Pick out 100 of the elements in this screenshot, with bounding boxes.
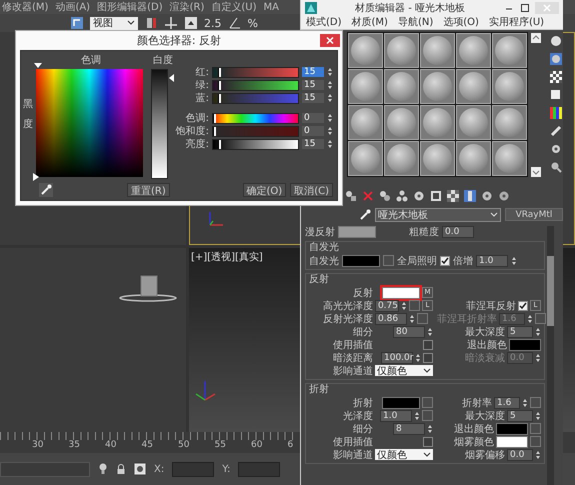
spinner-arrows-icon[interactable] — [327, 93, 333, 103]
material-sample-slot[interactable] — [384, 69, 419, 104]
channel-dropdown[interactable]: 仅颜色 — [375, 449, 433, 460]
menu-item[interactable]: 材质(M) — [352, 15, 388, 29]
caret-icon[interactable] — [423, 368, 431, 374]
menu-item[interactable]: 选项(O) — [443, 15, 479, 29]
channel-slider[interactable] — [212, 138, 299, 150]
maximize-icon[interactable] — [519, 2, 531, 14]
spinner-arrows-icon[interactable] — [327, 139, 333, 149]
coordinate-field[interactable] — [172, 462, 214, 476]
caret-icon[interactable] — [127, 20, 135, 26]
menu-item[interactable]: 模式(D) — [306, 15, 342, 29]
material-name-field[interactable]: 哑光木地板 — [375, 208, 501, 222]
checkbox[interactable] — [440, 256, 450, 266]
value-field[interactable]: 0.75 — [374, 300, 399, 312]
spinner-arrows-icon[interactable] — [401, 300, 407, 310]
checkbox[interactable] — [423, 352, 433, 362]
value-field[interactable]: 15 — [302, 139, 324, 149]
spinner-arrows-icon[interactable] — [511, 256, 517, 266]
color-swatch[interactable] — [342, 254, 380, 266]
square-icon[interactable] — [550, 89, 562, 101]
color-swatch[interactable] — [509, 338, 541, 350]
material-sample-slot[interactable] — [420, 33, 455, 68]
material-sample-slot[interactable] — [456, 33, 491, 68]
hue-spectrum[interactable] — [36, 69, 143, 177]
slider-thumb[interactable] — [213, 114, 216, 122]
value-field[interactable]: 1.0 — [476, 254, 508, 266]
menu-item[interactable]: 实用程序(U) — [488, 15, 544, 29]
dialog-button[interactable]: 取消(C) — [290, 182, 333, 196]
value-field[interactable]: 15 — [302, 80, 324, 90]
channel-slider[interactable] — [212, 92, 299, 104]
color-bars-icon[interactable] — [550, 107, 562, 119]
value-field[interactable]: 15 — [302, 67, 324, 77]
color-swatch[interactable] — [496, 422, 528, 434]
scroll-down-icon[interactable] — [531, 167, 541, 177]
material-sample-slot[interactable] — [492, 33, 527, 68]
magnifier-icon[interactable] — [550, 161, 562, 173]
spinner-arrows-icon[interactable] — [535, 326, 541, 336]
material-sample-slot[interactable] — [420, 141, 455, 176]
copy-material-icon[interactable] — [379, 190, 391, 202]
menu-item[interactable]: 图形编辑器(D) — [97, 0, 163, 14]
view-dropdown[interactable]: 视图 — [90, 16, 138, 30]
spinner-arrows-icon[interactable] — [427, 326, 433, 336]
scroll-up-icon[interactable] — [531, 33, 541, 43]
spinner-arrows-icon[interactable] — [527, 314, 533, 324]
slider-thumb[interactable] — [218, 140, 222, 148]
lightbulb-icon[interactable] — [98, 463, 108, 475]
material-sample-slot[interactable] — [456, 69, 491, 104]
checker-icon[interactable] — [550, 71, 562, 83]
viewport-label[interactable]: [+][透视][真实] — [191, 250, 263, 264]
value-field[interactable]: 80 — [393, 326, 425, 338]
color-swatch[interactable] — [338, 226, 376, 238]
move-axes-icon[interactable] — [164, 16, 178, 30]
color-swatch[interactable] — [496, 436, 528, 448]
spinner-arrows-icon[interactable] — [522, 398, 528, 408]
channel-slider[interactable] — [212, 126, 299, 136]
angle-icon[interactable] — [228, 16, 242, 30]
value-field[interactable]: 0 — [302, 126, 324, 136]
slider-thumb[interactable] — [218, 80, 222, 90]
color-swatch[interactable] — [382, 396, 420, 408]
menu-item[interactable]: 渲染(R) — [170, 0, 204, 14]
checker-icon[interactable] — [447, 190, 459, 202]
spinner-arrows-icon[interactable] — [414, 410, 420, 420]
spinner-arrows-icon[interactable] — [409, 314, 415, 324]
dialog-button[interactable]: 确定(O) — [242, 182, 286, 196]
channel-slider[interactable] — [212, 66, 299, 78]
hue-marker-icon[interactable] — [34, 63, 42, 68]
spinner-arrows-icon[interactable] — [535, 352, 541, 362]
channel-slider[interactable] — [212, 80, 299, 90]
checkbox[interactable] — [423, 436, 433, 446]
reset-button[interactable]: 重置(R) — [127, 182, 170, 196]
menu-item[interactable]: MA — [264, 2, 279, 12]
menu-item[interactable]: 自定义(U) — [211, 0, 256, 14]
slider-thumb[interactable] — [218, 94, 222, 102]
material-sample-slot[interactable] — [492, 141, 527, 176]
value-field[interactable]: 0 — [302, 113, 324, 123]
eyedropper-icon[interactable] — [359, 208, 371, 220]
pivot-icon[interactable] — [144, 16, 158, 30]
material-sample-slot[interactable] — [456, 141, 491, 176]
percent-snap-button[interactable]: % — [248, 16, 258, 30]
value-field[interactable]: 0.0 — [507, 448, 533, 460]
coordinate-field[interactable] — [238, 462, 280, 476]
spinner-arrows-icon[interactable] — [327, 80, 333, 90]
checkbox[interactable] — [518, 300, 528, 310]
color-swatch[interactable] — [382, 286, 420, 298]
material-sample-slot[interactable] — [348, 141, 383, 176]
close-icon[interactable] — [320, 34, 340, 47]
target-icon[interactable] — [134, 463, 146, 475]
material-sample-slot[interactable] — [384, 141, 419, 176]
spinner-arrows-icon[interactable] — [535, 450, 541, 460]
spinner-arrows-icon[interactable] — [415, 352, 421, 362]
caret-icon[interactable] — [423, 452, 431, 458]
blackness-marker-icon[interactable] — [33, 173, 39, 181]
material-sample-slot[interactable] — [492, 105, 527, 140]
material-sample-slot[interactable] — [420, 69, 455, 104]
value-field[interactable]: 1.0 — [380, 410, 412, 422]
material-sample-slot[interactable] — [348, 105, 383, 140]
value-field[interactable]: 100.0r — [381, 352, 413, 364]
slider-thumb[interactable] — [213, 126, 216, 136]
menu-item[interactable]: 修改器(M) — [2, 0, 48, 14]
